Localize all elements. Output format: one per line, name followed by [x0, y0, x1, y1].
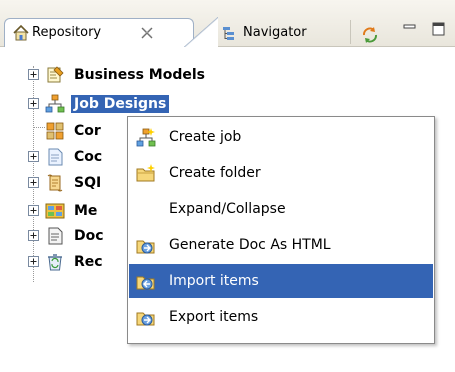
import-items-icon [136, 276, 155, 290]
expand-plus-icon[interactable] [28, 230, 39, 241]
tree-item-label: Cor [74, 123, 101, 139]
tree-item-label: Business Models [74, 67, 205, 83]
menu-item-label: Import items [169, 273, 259, 289]
expand-plus-icon[interactable] [28, 151, 39, 162]
tree-item-label: Me [74, 203, 98, 219]
repository-view: Repository Navigator Business Models Job… [0, 0, 455, 372]
expand-plus-icon[interactable] [28, 205, 39, 216]
expand-plus-icon[interactable] [28, 177, 39, 188]
sql-icon [47, 174, 63, 192]
context-menu: Create job Create folder Expand/Collapse… [127, 116, 435, 344]
menu-item-import-items[interactable]: Import items [129, 264, 433, 298]
repository-house-icon [13, 24, 29, 41]
close-icon[interactable] [141, 27, 153, 39]
toolbar-separator [350, 20, 351, 44]
minimize-icon[interactable] [403, 22, 417, 36]
menu-item-label: Create job [169, 129, 242, 145]
menu-item-export-items[interactable]: Export items [129, 300, 433, 334]
create-job-icon [136, 128, 156, 147]
expand-plus-icon[interactable] [28, 256, 39, 267]
menu-item-create-job[interactable]: Create job [129, 120, 433, 154]
tab-navigator[interactable]: Navigator [243, 25, 307, 40]
view-tab-bar: Repository Navigator [0, 0, 455, 47]
tree-item-label: SQI [74, 175, 102, 191]
recycle-bin-icon [48, 254, 62, 271]
menu-item-label: Generate Doc As HTML [169, 237, 331, 253]
create-folder-icon [136, 164, 155, 182]
contexts-icon [46, 122, 64, 140]
documentation-icon [48, 227, 63, 245]
menu-item-label: Create folder [169, 165, 261, 181]
business-models-icon [47, 66, 64, 83]
tree-item-label: Job Designs [71, 95, 170, 113]
job-designs-icon [45, 94, 65, 113]
menu-item-create-folder[interactable]: Create folder [129, 156, 433, 190]
generate-doc-icon [136, 240, 155, 254]
expand-plus-icon[interactable] [28, 69, 39, 80]
metadata-icon [45, 203, 65, 219]
tree-item-label: Rec [74, 254, 103, 270]
export-items-icon [136, 312, 155, 326]
menu-item-generate-doc[interactable]: Generate Doc As HTML [129, 228, 433, 262]
tab-repository-label[interactable]: Repository [32, 25, 101, 40]
menu-item-label: Export items [169, 309, 259, 325]
navigator-icon [223, 27, 234, 40]
menu-item-label: Expand/Collapse [169, 201, 286, 217]
tree-item-label: Doc [74, 228, 104, 244]
expand-plus-icon[interactable] [28, 98, 39, 109]
tree-item-business-models[interactable]: Business Models [0, 64, 300, 86]
tab-repository-edge [184, 17, 218, 47]
code-icon [48, 148, 63, 166]
tree-item-job-designs[interactable]: Job Designs [0, 93, 300, 115]
sync-icon[interactable] [360, 25, 380, 45]
tree-item-label: Coc [74, 149, 103, 165]
maximize-icon[interactable] [432, 22, 446, 36]
menu-item-expand-collapse[interactable]: Expand/Collapse [129, 192, 433, 226]
